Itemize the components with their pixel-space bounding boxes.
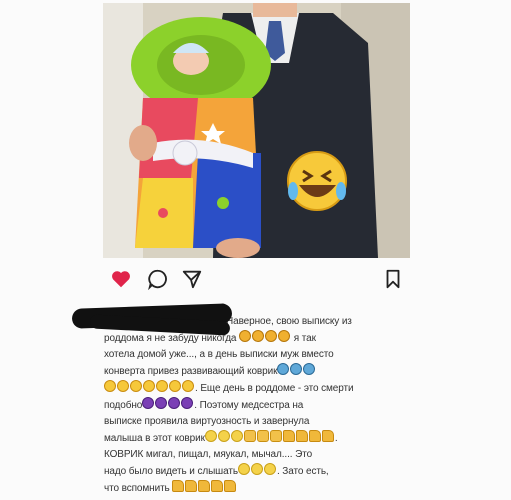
laughing-emoji-icon [169,380,181,392]
comment-icon [148,269,167,291]
send-icon [182,270,202,289]
caption-line: выписке проявила виртуозность и завернул… [104,416,310,427]
angry-emoji-icon [252,330,265,342]
photo-illustration [103,3,410,258]
devil-emoji-icon [168,397,181,409]
smile-emoji-icon [263,463,276,475]
thumbs-up-icon [321,430,334,442]
thumbs-up-icon [172,480,185,492]
comment-button[interactable] [147,268,169,291]
angry-emoji-icon [265,330,278,342]
caption-line: хотела домой уже..., а в день выписки му… [104,349,334,360]
smile-emoji-icon [204,430,217,442]
caption-line: . Еще день в роддоме - это смерти [104,380,404,397]
smile-emoji-icon [230,430,243,442]
ok-hand-icon [256,430,269,442]
thumbs-up-icon [185,480,198,492]
crying-emoji-icon [277,363,290,375]
laughing-emoji-icon [130,380,142,392]
share-button[interactable] [181,268,203,290]
crying-emoji-icon [290,363,303,375]
thumbs-up-icon [308,430,321,442]
devil-emoji-icon [155,397,168,409]
ok-hand-icon [243,430,256,442]
caption-line: малыша в этот коврик. [104,430,404,447]
thumbs-up-icon [282,430,295,442]
post-card: Наверное, свою выписку из роддома я не з… [0,0,511,500]
thumbs-up-icon [224,480,237,492]
thumbs-up-icon [295,430,308,442]
heart-icon [112,271,130,288]
laughing-emoji-icon [182,380,194,392]
like-button[interactable] [110,268,132,290]
laughing-emoji-icon [156,380,168,392]
smile-emoji-icon [217,430,230,442]
caption-line: подобно. Поэтому медсестра на [104,397,404,414]
laughing-emoji-icon [143,380,155,392]
post-photo[interactable] [103,3,410,258]
laughing-emoji-icon [104,380,116,392]
smile-emoji-icon [250,463,263,475]
caption-line: что вспомнить [104,480,404,497]
devil-emoji-icon [181,397,194,409]
crying-emoji-icon [303,363,316,375]
laughing-emoji-icon [117,380,129,392]
caption-line: роддома я не забуду никогда я так [104,330,404,347]
ok-hand-icon [269,430,282,442]
caption-line: КОВРИК мигал, пищал, мяукал, мычал.... Э… [104,449,313,460]
caption-line: надо было видеть и слышать. Зато есть, [104,463,404,480]
post-caption: Наверное, свою выписку из роддома я не з… [104,314,404,497]
angry-emoji-icon [278,330,291,342]
post-actions-bar [110,268,410,291]
bookmark-icon [386,269,400,289]
smile-emoji-icon [237,463,250,475]
angry-emoji-icon [239,330,252,342]
save-button[interactable] [382,268,404,290]
thumbs-up-icon [198,480,211,492]
thumbs-up-icon [211,480,224,492]
caption-line: конверта привез развивающий коврик [104,363,404,380]
devil-emoji-icon [142,397,155,409]
